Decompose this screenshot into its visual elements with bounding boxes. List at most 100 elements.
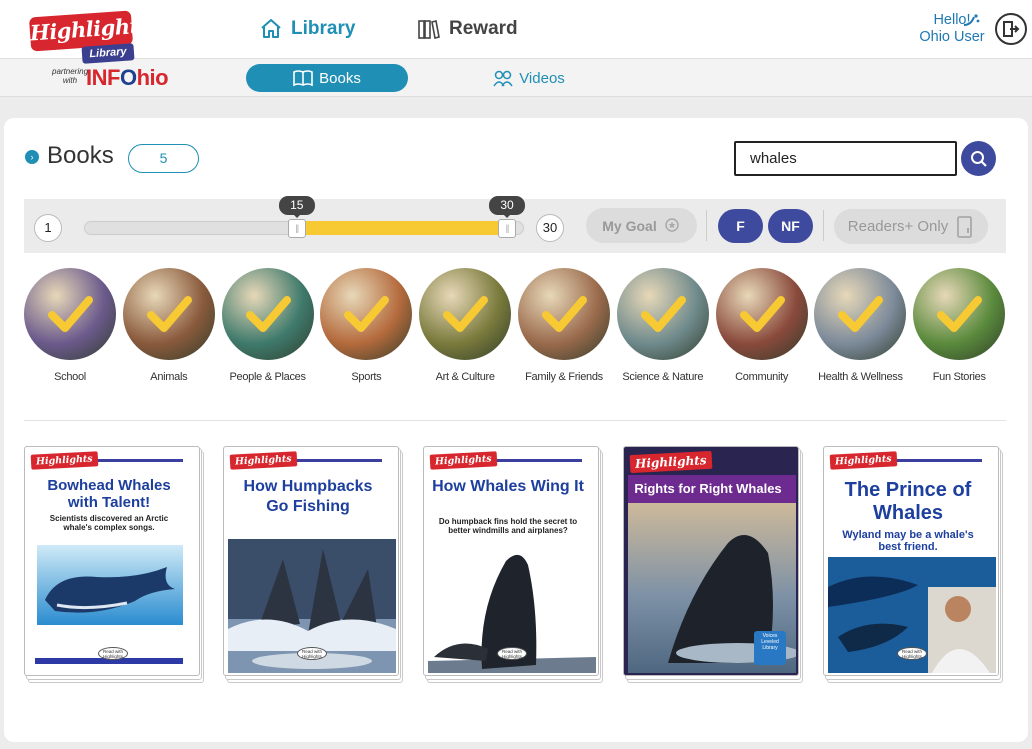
category-image (320, 268, 413, 360)
tab-reward-label: Reward (449, 18, 518, 39)
category-image (24, 268, 116, 360)
book-subtitle: Wyland may be a whale's best friend. (842, 529, 974, 553)
book-title: How Humpbacks Go Fishing (243, 478, 373, 515)
book-cover: Highlights The Prince of Whales Wyland m… (823, 446, 999, 676)
book-subtitle: Scientists discovered an Arctic whale's … (49, 514, 169, 532)
book-title: Bowhead Whales with Talent! (47, 477, 171, 511)
highlights-mini-logo: Highlights (629, 450, 712, 474)
library-logo-tag: Library (81, 43, 135, 64)
read-badge: Read with Highlights (497, 647, 527, 660)
book-cover: Highlights Bowhead Whales with Talent! S… (24, 446, 200, 676)
nonfiction-toggle[interactable]: NF (768, 209, 813, 243)
checkmark-icon (542, 296, 587, 332)
read-badge: Read with Highlights (897, 647, 927, 660)
category-item[interactable] (913, 268, 1006, 360)
filter-divider (823, 210, 824, 241)
checkmark-icon (344, 296, 390, 332)
category-image (518, 268, 610, 360)
highlights-mini-logo: Highlights (829, 451, 897, 470)
book-card[interactable]: Highlights Bowhead Whales with Talent! S… (24, 446, 206, 684)
category-item[interactable] (122, 268, 215, 360)
checkmark-icon (739, 296, 785, 332)
book-card[interactable]: Highlights The Prince of Whales Wyland m… (823, 446, 1005, 684)
range-min-label: 1 (34, 214, 62, 242)
tab-videos-label: Videos (519, 69, 565, 87)
search-input[interactable] (734, 141, 957, 176)
checkmark-icon (48, 296, 93, 332)
category-item[interactable] (24, 268, 116, 360)
book-cover: Highlights How Whales Wing It Do humpbac… (423, 446, 599, 676)
level-low-tooltip: 15 (278, 196, 315, 218)
highlights-mini-logo: Highlights (429, 451, 497, 470)
range-max-label: 30 (536, 214, 564, 242)
infohio-logo: INFOhio (86, 65, 169, 91)
tab-books-label: Books (319, 69, 361, 87)
tab-videos[interactable]: Videos (484, 64, 574, 92)
checkmark-icon (838, 296, 884, 332)
books-stack-icon (418, 20, 440, 39)
readers-only-toggle[interactable]: Readers+ Only (834, 209, 988, 244)
user-name: Ohio User (919, 29, 985, 45)
my-goal-label: My Goal (602, 217, 657, 234)
checkmark-icon (640, 296, 686, 332)
highlights-mini-logo: Highlights (30, 451, 98, 470)
bowhead-whale-image (37, 545, 183, 625)
category-image (616, 268, 709, 360)
logout-button[interactable] (995, 13, 1027, 45)
highlights-mini-logo: Highlights (229, 451, 297, 470)
category-item[interactable] (616, 268, 709, 360)
tab-reward[interactable]: Reward (417, 14, 518, 44)
video-people-icon (493, 70, 513, 87)
tab-library[interactable]: Library (259, 14, 355, 44)
tab-library-label: Library (291, 18, 356, 39)
logout-icon (1003, 21, 1020, 37)
category-item[interactable] (518, 268, 610, 360)
category-item[interactable] (715, 268, 808, 360)
book-title: Rights for Right Whales (634, 481, 782, 496)
tab-books[interactable]: Books (246, 64, 408, 92)
wave-icon (963, 14, 980, 26)
level-slider-fill (296, 221, 507, 235)
result-count-badge: 5 (128, 144, 199, 173)
book-title: How Whales Wing It (432, 478, 584, 495)
category-item[interactable] (221, 268, 314, 360)
category-image (221, 268, 314, 360)
home-icon (261, 19, 281, 38)
read-badge: Read with Highlights (297, 647, 327, 660)
section-bullet-icon: › (25, 150, 39, 164)
category-item[interactable] (814, 268, 907, 360)
checkmark-icon (937, 296, 983, 332)
book-card[interactable]: Highlights How Humpbacks Go Fishing Read… (223, 446, 405, 684)
book-cover: Highlights How Humpbacks Go Fishing Read… (223, 446, 399, 676)
book-card[interactable]: Highlights How Whales Wing It Do humpbac… (423, 446, 605, 684)
book-cover: Highlights Rights for Right Whales Voice… (623, 446, 799, 676)
readers-only-label: Readers+ Only (847, 218, 949, 235)
read-badge: Read with Highlights (98, 647, 128, 660)
category-image (913, 268, 1006, 360)
ribbon-icon (664, 217, 679, 232)
category-image (814, 268, 907, 360)
level-high-tooltip: 30 (489, 196, 525, 218)
infohio-logo-part1: INF (86, 65, 120, 90)
checkmark-icon (245, 296, 291, 332)
fiction-toggle[interactable]: F (718, 209, 763, 243)
checkmark-icon (443, 296, 489, 332)
open-book-icon (293, 70, 313, 87)
my-goal-button[interactable]: My Goal (586, 208, 697, 243)
book-card[interactable]: Highlights Rights for Right Whales Voice… (623, 446, 805, 684)
reader-device-icon (957, 215, 973, 238)
category-image (122, 268, 215, 360)
category-item[interactable] (320, 268, 413, 360)
book-subtitle: Do humpback fins hold the secret to bett… (438, 517, 578, 535)
search-button[interactable] (961, 141, 996, 176)
leveled-library-badge: Voices Leveled Library (761, 633, 779, 651)
infohio-logo-o: O (119, 65, 137, 90)
category-label: Fun Stories (932, 371, 986, 383)
infohio-logo-part2: hio (136, 65, 169, 90)
category-item[interactable] (419, 268, 512, 360)
page-title: Books (47, 142, 114, 169)
category-image (715, 268, 808, 360)
filter-divider (706, 210, 707, 241)
partner-text: partnering with (52, 67, 89, 85)
category-image (419, 268, 512, 360)
